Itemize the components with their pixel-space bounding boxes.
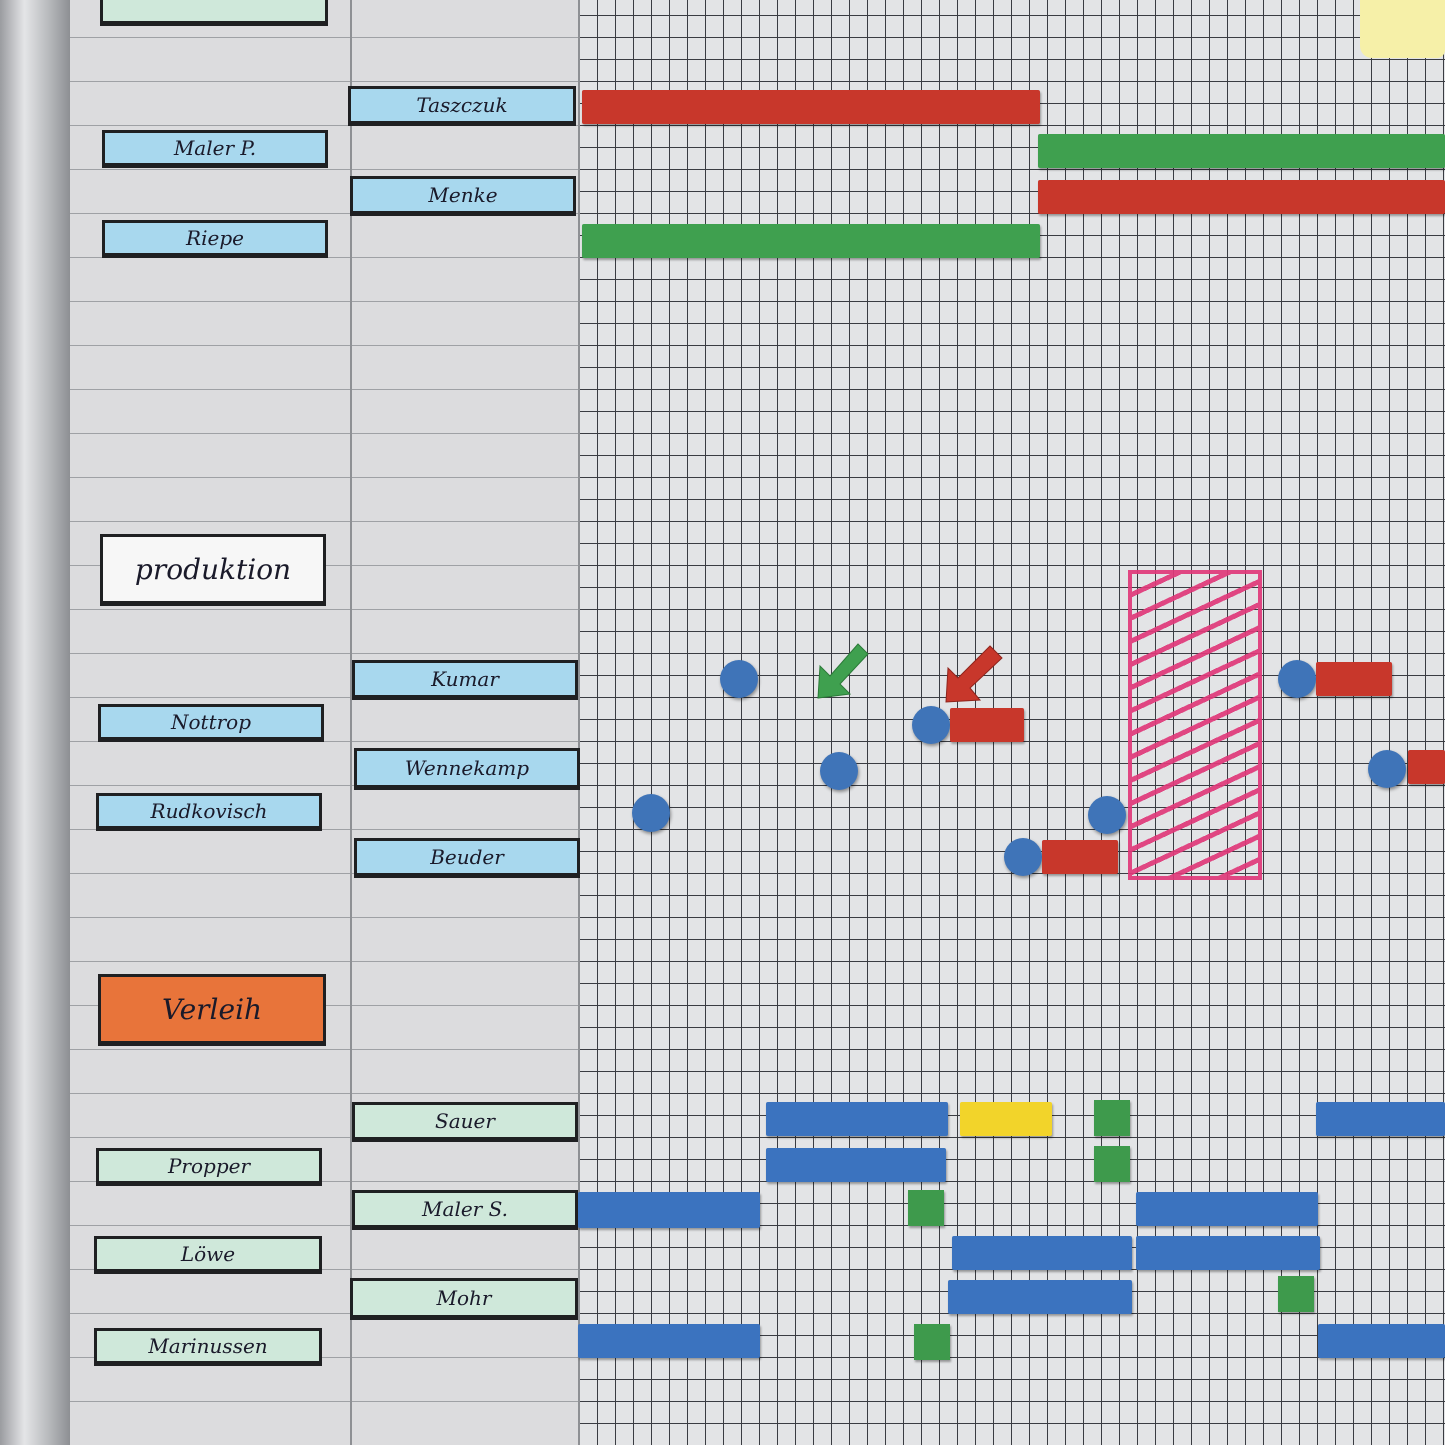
aluminum-frame (0, 0, 70, 1445)
label-maler-p: Maler P. (102, 130, 328, 168)
label-rudkovisch: Rudkovisch (96, 793, 322, 831)
magnet-dot (632, 794, 670, 832)
sticky-note (1360, 0, 1445, 58)
magnet-dot (1004, 838, 1042, 876)
blue-bar (1136, 1236, 1320, 1270)
label-maler-s: Maler S. (352, 1190, 578, 1230)
label-riepe: Riepe (102, 220, 328, 258)
blue-bar (952, 1236, 1132, 1270)
magnet-dot (1278, 660, 1316, 698)
green-arrow-icon (817, 643, 869, 699)
label-sauer: Sauer (352, 1102, 578, 1142)
red-bar (1038, 180, 1445, 214)
magnet-dot (1368, 750, 1406, 788)
blue-bar (948, 1280, 1132, 1314)
blue-bar (1316, 1102, 1445, 1136)
label-wennekamp: Wennekamp (354, 748, 580, 790)
green-square (1278, 1276, 1314, 1312)
blue-bar (578, 1324, 760, 1358)
blue-bar (766, 1148, 946, 1182)
green-bar (1038, 134, 1445, 168)
blue-bar (1136, 1192, 1318, 1226)
label-loewe: Löwe (94, 1236, 322, 1274)
blue-bar (766, 1102, 948, 1136)
partial-label (100, 0, 328, 26)
blue-bar (578, 1192, 760, 1228)
magnet-dot (912, 706, 950, 744)
red-block (1408, 750, 1445, 784)
label-marinussen: Marinussen (94, 1328, 322, 1366)
green-bar (582, 224, 1040, 258)
group-label-verleih: Verleih (98, 974, 326, 1046)
label-beuder: Beuder (354, 838, 580, 878)
magnet-dot (720, 660, 758, 698)
hatched-block (1128, 570, 1262, 880)
green-square (1094, 1100, 1130, 1136)
magnet-dot (820, 752, 858, 790)
green-square (908, 1190, 944, 1226)
label-menke: Menke (350, 176, 576, 216)
label-nottrop: Nottrop (98, 704, 324, 742)
group-label-produktion: produktion (100, 534, 326, 606)
green-square (914, 1324, 950, 1360)
red-arrow-icon (945, 645, 1003, 703)
blue-bar (1318, 1324, 1445, 1358)
label-taszczuk: Taszczuk (348, 86, 576, 126)
red-bar (582, 90, 1040, 124)
red-block (950, 708, 1024, 742)
yellow-bar (960, 1102, 1052, 1136)
planning-board: Maler P. Riepe produktion Nottrop Rudkov… (0, 0, 1445, 1445)
green-square (1094, 1146, 1130, 1182)
magnet-dot (1088, 796, 1126, 834)
label-kumar: Kumar (352, 660, 578, 700)
label-propper: Propper (96, 1148, 322, 1186)
label-mohr: Mohr (350, 1278, 578, 1320)
red-block (1316, 662, 1392, 696)
red-block (1042, 840, 1118, 874)
